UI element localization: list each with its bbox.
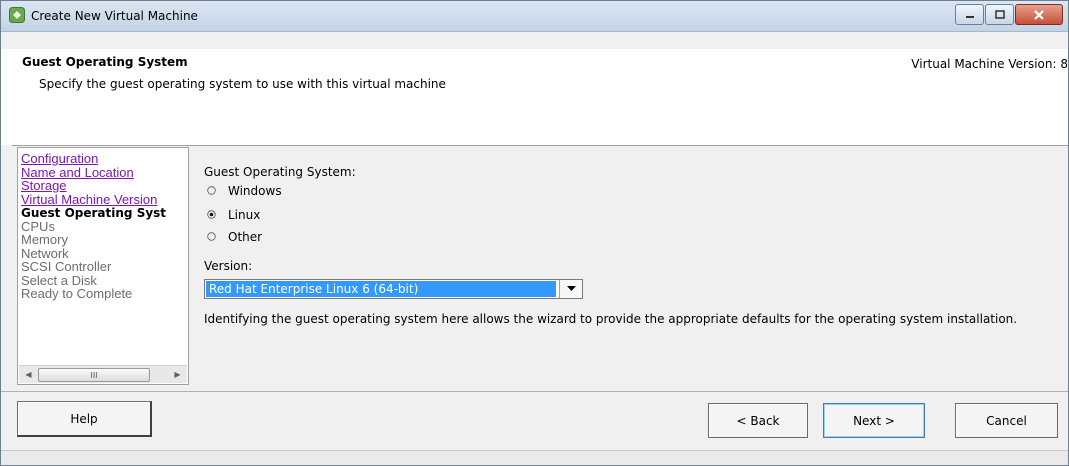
status-bar bbox=[1, 450, 1068, 465]
title-bar[interactable]: Create New Virtual Machine bbox=[1, 1, 1068, 32]
chevron-down-icon bbox=[566, 286, 576, 291]
radio-linux-icon[interactable] bbox=[207, 210, 216, 219]
close-button[interactable] bbox=[1015, 4, 1063, 25]
window-title: Create New Virtual Machine bbox=[31, 9, 198, 23]
radio-other[interactable]: Other bbox=[207, 231, 262, 241]
version-select-value: Red Hat Enterprise Linux 6 (64-bit) bbox=[206, 281, 556, 297]
wizard-content: Guest Operating System: Windows Linux Ot… bbox=[201, 147, 1061, 387]
nav-step-label: Ready to Complete bbox=[21, 286, 133, 301]
minimize-button[interactable] bbox=[955, 4, 984, 25]
radio-linux-label: Linux bbox=[228, 209, 261, 219]
version-select[interactable]: Red Hat Enterprise Linux 6 (64-bit) bbox=[204, 279, 583, 299]
page-title: Guest Operating System bbox=[22, 55, 188, 69]
version-label: Version: bbox=[204, 259, 253, 273]
scroll-right-icon[interactable]: ▶ bbox=[169, 366, 186, 383]
nav-step-select-a-disk: Select a Disk bbox=[21, 273, 188, 288]
guest-os-label: Guest Operating System: bbox=[204, 165, 356, 179]
nav-step-storage[interactable]: Storage bbox=[21, 179, 188, 193]
horizontal-scrollbar[interactable]: ◀ III ▶ bbox=[19, 365, 187, 383]
dropdown-arrow-icon[interactable] bbox=[559, 280, 582, 298]
nav-step-ready-to-complete: Ready to Complete bbox=[21, 286, 188, 301]
os-description: Identifying the guest operating system h… bbox=[204, 312, 1018, 326]
wizard-steps-panel: Configuration Name and Location Storage Vir… bbox=[17, 147, 189, 385]
scroll-left-icon[interactable]: ◀ bbox=[20, 366, 37, 383]
nav-step-memory: Memory bbox=[21, 233, 188, 247]
minimize-icon bbox=[965, 15, 974, 18]
vsphere-app-icon bbox=[9, 7, 25, 23]
nav-step-virtual-machine-version[interactable]: Virtual Machine Version bbox=[21, 191, 188, 207]
scrollbar-grip: III bbox=[90, 370, 98, 380]
maximize-button[interactable] bbox=[985, 4, 1014, 25]
radio-other-icon[interactable] bbox=[207, 232, 216, 241]
maximize-icon bbox=[994, 9, 1005, 19]
radio-linux[interactable]: Linux bbox=[207, 209, 260, 219]
radio-other-label: Other bbox=[228, 231, 263, 241]
back-button[interactable]: < Back bbox=[708, 403, 808, 438]
nav-step-configuration[interactable]: Configuration bbox=[21, 152, 188, 166]
vm-version-label: Virtual Machine Version: 8 bbox=[911, 57, 1068, 71]
nav-step-network: Network bbox=[21, 246, 188, 261]
wizard-window: Create New Virtual Machine Guest Operati… bbox=[0, 0, 1069, 466]
wizard-steps-list: Configuration Name and Location Storage Vir… bbox=[21, 152, 188, 301]
wizard-header: Guest Operating System Specify the guest… bbox=[1, 49, 1068, 146]
next-button[interactable]: Next > bbox=[823, 403, 925, 438]
nav-step-scsi-controller: SCSI Controller bbox=[21, 260, 188, 274]
radio-windows-label: Windows bbox=[228, 185, 282, 195]
footer-divider bbox=[1, 391, 1068, 392]
close-icon bbox=[1034, 9, 1044, 20]
page-subtitle: Specify the guest operating system to us… bbox=[39, 77, 446, 91]
radio-windows-icon[interactable] bbox=[207, 186, 216, 195]
nav-step-name-and-location[interactable]: Name and Location bbox=[21, 165, 188, 180]
radio-windows[interactable]: Windows bbox=[207, 185, 282, 195]
nav-step-cpus: CPUs bbox=[21, 219, 188, 234]
nav-step-guest-operating-syst: Guest Operating Syst bbox=[21, 206, 188, 220]
nav-step-label: Virtual Machine Version bbox=[21, 191, 158, 207]
help-button[interactable]: Help bbox=[17, 401, 152, 437]
scrollbar-thumb[interactable]: III bbox=[38, 368, 150, 382]
cancel-button[interactable]: Cancel bbox=[955, 403, 1058, 438]
